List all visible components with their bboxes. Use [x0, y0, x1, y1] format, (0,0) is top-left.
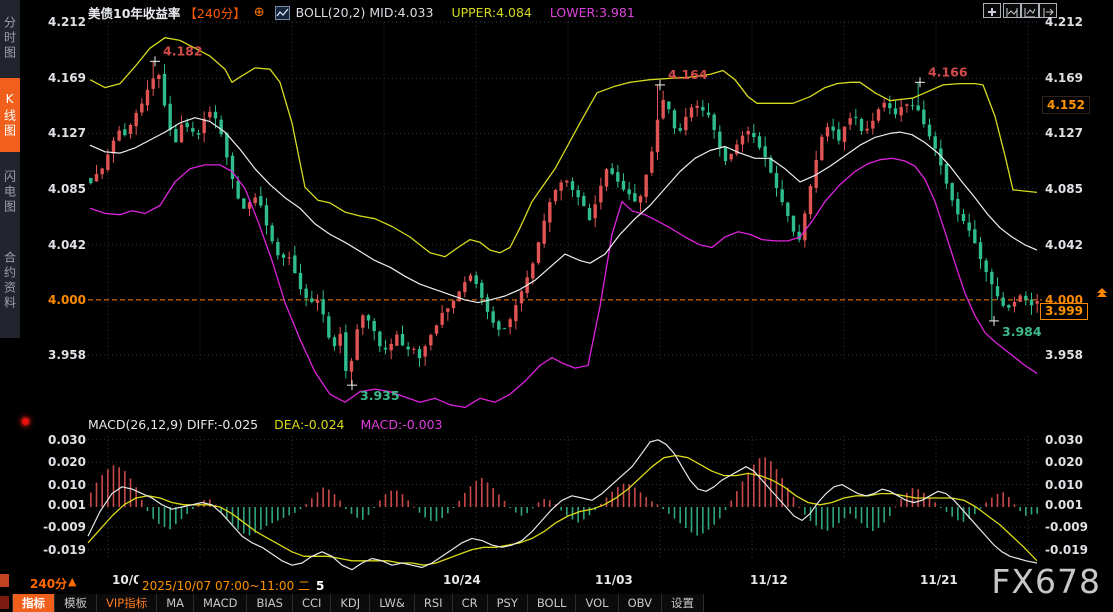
macd-header: MACD(26,12,9) DIFF:-0.025 DEA:-0.024 MACD:…	[88, 417, 443, 432]
toolbar-item-3[interactable]: MA	[157, 594, 194, 612]
session-time-label: 2025/10/07 07:00~11:00 二	[142, 579, 310, 593]
toolbar-item-8[interactable]: LW&	[370, 594, 415, 612]
svg-text:4.182: 4.182	[163, 43, 203, 58]
toolbar-item-11[interactable]: PSY	[488, 594, 528, 612]
toolbar-item-15[interactable]: 设置	[662, 594, 704, 612]
session-count-label: 5	[316, 579, 324, 593]
status-up-arrow-icon[interactable]: ▲	[68, 575, 76, 588]
toolbar-item-4[interactable]: MACD	[194, 594, 247, 612]
svg-text:3.984: 3.984	[1002, 324, 1042, 339]
watermark: FX678	[991, 562, 1101, 601]
settlement-price-label: 4.152	[1042, 96, 1090, 114]
svg-text:3.935: 3.935	[360, 388, 400, 403]
toolbar-left-marker[interactable]	[0, 596, 9, 609]
toolbar-item-0[interactable]: 指标	[12, 594, 55, 612]
session-tooltip: 2025/10/07 07:00~11:00 二 5	[138, 576, 328, 595]
toolbar-item-13[interactable]: VOL	[576, 594, 618, 612]
macd-diff-label: MACD(26,12,9) DIFF:-0.025	[88, 417, 258, 432]
price-marker-arrow-icon	[1096, 288, 1108, 300]
alert-dot-icon[interactable]	[22, 418, 29, 425]
toolbar-item-9[interactable]: RSI	[415, 594, 453, 612]
macd-macd-label: MACD:-0.003	[361, 417, 443, 432]
svg-text:4.164: 4.164	[668, 67, 708, 82]
current-price-box: 3.999	[1040, 303, 1088, 320]
svg-text:4.166: 4.166	[928, 64, 968, 79]
bottom-toolbar: 指标模板VIP指标MAMACDBIASCCIKDJLW&RSICRPSYBOLL…	[12, 594, 704, 612]
toolbar-item-7[interactable]: KDJ	[331, 594, 370, 612]
toolbar-item-5[interactable]: BIAS	[247, 594, 292, 612]
toolbar-item-6[interactable]: CCI	[293, 594, 331, 612]
toolbar-item-2[interactable]: VIP指标	[97, 594, 157, 612]
macd-dea-label: DEA:-0.024	[274, 417, 344, 432]
scroll-left-marker[interactable]	[0, 574, 9, 587]
toolbar-item-10[interactable]: CR	[453, 594, 488, 612]
toolbar-item-14[interactable]: OBV	[619, 594, 662, 612]
status-period-label: 240分	[30, 575, 67, 592]
toolbar-item-12[interactable]: BOLL	[528, 594, 577, 612]
chart-canvas[interactable]: 4.182 4.164 4.166 3.935 3.984	[0, 0, 1113, 612]
toolbar-item-1[interactable]: 模板	[55, 594, 97, 612]
